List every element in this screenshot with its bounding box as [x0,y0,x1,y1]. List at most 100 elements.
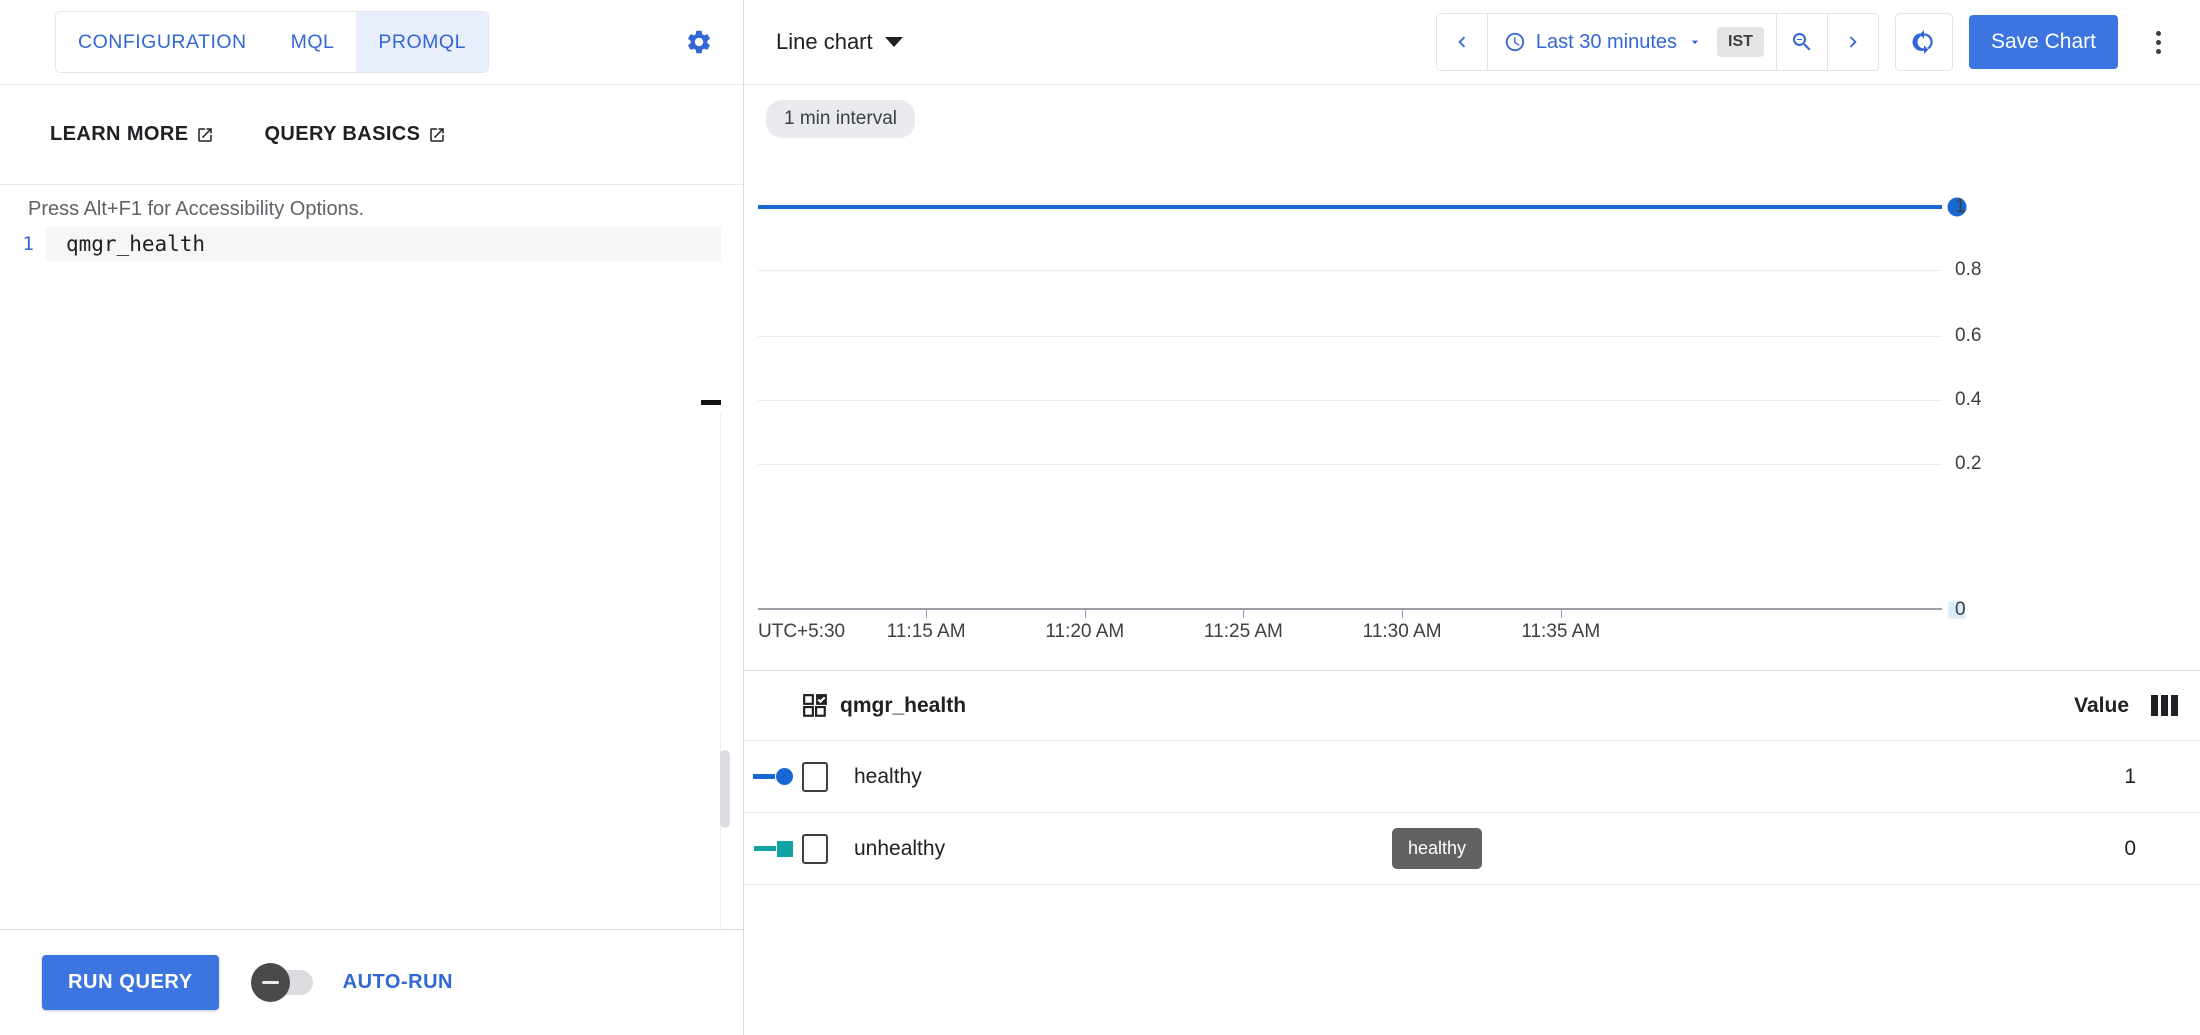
x-tick-label: 11:20 AM [1045,621,1125,642]
auto-run-label: AUTO-RUN [342,971,453,993]
x-tick-label: 11:25 AM [1204,621,1283,642]
legend-value-unhealthy: 0 [2124,836,2136,860]
editor-scrollbar[interactable] [715,413,733,929]
y-tick-1: 1 [1955,196,1966,217]
x-tick [1560,610,1562,618]
refresh-button[interactable] [1894,13,1953,71]
gridline [758,464,1942,465]
link-query-basics[interactable]: QUERY BASICS [264,123,446,146]
save-chart-button[interactable]: Save Chart [1968,15,2118,69]
refresh-icon [1912,30,1933,54]
legend-value-healthy: 1 [2124,764,2136,788]
x-tick [1402,610,1404,618]
y-tick-0-4: 0.4 [1955,389,1982,410]
legend-metric-title: qmgr_health [802,693,966,719]
clock-icon [1505,32,1525,52]
query-language-tabs: CONFIGURATION MQL PROMQL [0,0,743,85]
tab-mql[interactable]: MQL [268,12,357,72]
toolbar-right-group: Last 30 minutes IST Save Chart [1435,13,2182,71]
time-prev-button[interactable] [1436,14,1487,70]
column-bar [2151,695,2158,716]
query-panel: CONFIGURATION MQL PROMQL LEARN MORE QUER… [0,0,744,1035]
auto-run-toggle[interactable]: AUTO-RUN [250,963,453,1002]
chevron-left-icon [1458,36,1465,48]
gridline [758,400,1942,401]
legend-value-header: Value [2074,693,2129,717]
zoom-out-icon [1792,33,1811,51]
run-query-button[interactable]: RUN QUERY [42,955,219,1010]
promql-code-editor[interactable]: Press Alt+F1 for Accessibility Options. … [0,185,743,930]
more-vert-icon [2155,48,2161,54]
query-actions: RUN QUERY AUTO-RUN [0,930,743,1035]
series-swatch-unhealthy [744,840,802,857]
legend-metric-name: qmgr_health [840,693,967,717]
legend-row-healthy[interactable]: healthy 1 [744,741,2200,813]
gridline [758,270,1942,271]
code-line-1[interactable]: 1 qmgr_health [0,227,743,261]
x-tick-label: 11:15 AM [886,621,966,642]
open-in-new-icon [430,127,445,142]
timezone-label: UTC+5:30 [758,621,846,642]
chevron-right-icon [1849,36,1857,48]
x-tick [1243,610,1245,618]
series-swatch-healthy [744,768,802,785]
timezone-chip[interactable]: IST [1717,27,1764,57]
series-line-healthy [758,205,1942,209]
settings-button[interactable] [676,19,722,65]
more-options-button[interactable] [2134,18,2182,66]
link-learn-more-label: LEARN MORE [50,123,189,145]
more-vert-icon [2155,39,2161,45]
y-tick-0-8: 0.8 [1955,259,1982,280]
legend-checkbox-healthy[interactable] [802,761,828,792]
time-next-button[interactable] [1827,14,1878,70]
columns-icon[interactable] [2151,695,2178,716]
editor-scrollbar-thumb[interactable] [720,750,730,828]
time-range-label: Last 30 minutes [1535,30,1678,53]
promql-query-editor-page: CONFIGURATION MQL PROMQL LEARN MORE QUER… [0,0,2200,1035]
time-range-picker[interactable]: Last 30 minutes IST [1488,14,1776,70]
toggle-knob [250,963,290,1002]
chart-panel: Line chart Last 30 minutes IST Save Char… [744,0,2200,1035]
chart-type-selector[interactable]: Line chart [776,29,903,55]
swatch-circle-marker [776,768,793,785]
tab-group: CONFIGURATION MQL PROMQL [55,11,489,73]
link-query-basics-label: QUERY BASICS [264,123,421,145]
gridline [758,336,1942,337]
select-all-check-icon [803,693,827,717]
editor-caret [701,400,721,405]
swatch-line [753,774,775,779]
x-tick [926,610,928,618]
tooltip: healthy [1392,828,1483,869]
legend-label-unhealthy: unhealthy [854,836,946,860]
chart-area: 1 min interval 1 0.8 0.6 0.4 0.2 0 UTC+5… [744,85,2200,670]
x-tick-label: 11:30 AM [1362,621,1442,642]
legend-label-healthy: healthy [854,764,922,788]
y-tick-0: 0 [1955,599,1966,620]
interval-chip: 1 min interval [766,100,915,138]
x-tick-label: 11:35 AM [1521,621,1601,642]
zoom-out-button[interactable] [1776,14,1827,70]
help-links: LEARN MORE QUERY BASICS [0,85,743,185]
column-bar [2161,695,2168,716]
legend-header-row: qmgr_health Value [744,671,2200,741]
tab-configuration[interactable]: CONFIGURATION [56,12,269,72]
swatch-square-marker [776,840,793,857]
toggle-track[interactable] [250,963,313,1002]
minus-icon [261,981,279,984]
code-input[interactable]: qmgr_health [46,227,721,261]
chart-type-label: Line chart [776,29,873,54]
tab-promql[interactable]: PROMQL [356,12,488,72]
x-tick [1084,610,1086,618]
legend-checkbox-unhealthy[interactable] [802,833,828,864]
open-in-new-icon [198,127,213,142]
x-axis-labels: UTC+5:30 11:15 AM 11:20 AM 11:25 AM 11:3… [758,610,1942,660]
chevron-down-icon [884,37,903,47]
more-vert-icon [2155,30,2161,36]
link-learn-more[interactable]: LEARN MORE [50,123,214,146]
line-number: 1 [22,233,34,255]
chart-toolbar: Line chart Last 30 minutes IST Save Char… [744,0,2200,85]
chevron-down-icon [1691,40,1699,44]
chart-plot[interactable]: 1 0.8 0.6 0.4 0.2 0 [758,160,2200,620]
accessibility-hint: Press Alt+F1 for Accessibility Options. [28,198,365,220]
y-tick-0-6: 0.6 [1955,325,1982,346]
